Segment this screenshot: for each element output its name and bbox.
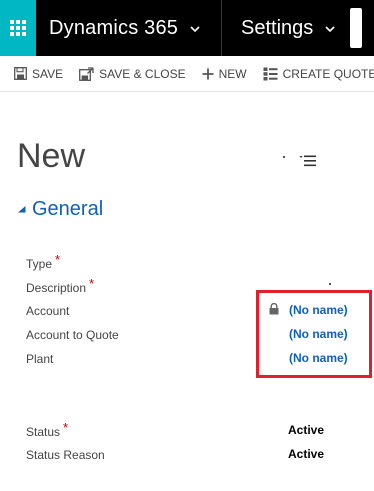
field-label-type: Type *	[26, 252, 61, 271]
waffle-grid-icon	[10, 20, 26, 36]
field-label-account: Account	[26, 304, 70, 318]
new-button[interactable]: NEW	[202, 67, 247, 81]
area-switcher[interactable]: Settings	[222, 0, 350, 56]
required-marker: *	[55, 252, 61, 267]
top-navigation-bar: Dynamics 365 Settings	[0, 0, 374, 56]
status-reason-value[interactable]: Active	[288, 447, 324, 461]
list-icon	[263, 67, 278, 81]
section-general-title: General	[32, 198, 104, 220]
page: Dynamics 365 Settings SAVE SAVE & CLOSE …	[0, 0, 374, 491]
required-marker: *	[89, 276, 95, 291]
record-title: New	[17, 137, 86, 175]
field-label-plant: Plant	[26, 352, 54, 366]
section-general-header[interactable]: General	[18, 198, 103, 221]
divider-mark	[283, 156, 285, 158]
save-label: SAVE	[32, 66, 64, 81]
area-name: Settings	[241, 16, 314, 39]
field-label-description: Description *	[26, 276, 95, 295]
triangle-down-icon	[18, 205, 26, 215]
field-label-account-to-quote: Account to Quote	[26, 328, 119, 342]
save-button[interactable]: SAVE	[14, 67, 63, 81]
highlight-annotation-box	[256, 290, 372, 378]
app-name: Dynamics 365	[49, 16, 179, 39]
app-switcher[interactable]: Dynamics 365	[36, 0, 222, 56]
nav-overflow-button[interactable]	[350, 8, 362, 48]
chevron-down-icon	[190, 21, 200, 36]
required-marker: *	[63, 420, 69, 435]
new-label: NEW	[218, 66, 247, 81]
app-launcher-button[interactable]	[0, 0, 36, 56]
create-quote-button[interactable]: CREATE QUOTE	[263, 67, 374, 81]
save-close-icon	[79, 66, 94, 81]
status-value[interactable]: Active	[288, 423, 324, 437]
chevron-down-icon	[325, 21, 335, 36]
field-label-status: Status *	[26, 420, 69, 439]
command-bar: SAVE SAVE & CLOSE NEW CREATE QUOTE	[0, 56, 374, 92]
divider-mark	[329, 283, 331, 285]
create-quote-label: CREATE QUOTE	[282, 66, 374, 81]
save-and-close-button[interactable]: SAVE & CLOSE	[79, 66, 186, 81]
plus-icon	[202, 68, 214, 80]
field-label-status-reason: Status Reason	[26, 448, 105, 462]
floppy-disk-icon	[14, 67, 27, 80]
form-list-icon[interactable]	[299, 154, 317, 172]
save-and-close-label: SAVE & CLOSE	[99, 66, 186, 81]
